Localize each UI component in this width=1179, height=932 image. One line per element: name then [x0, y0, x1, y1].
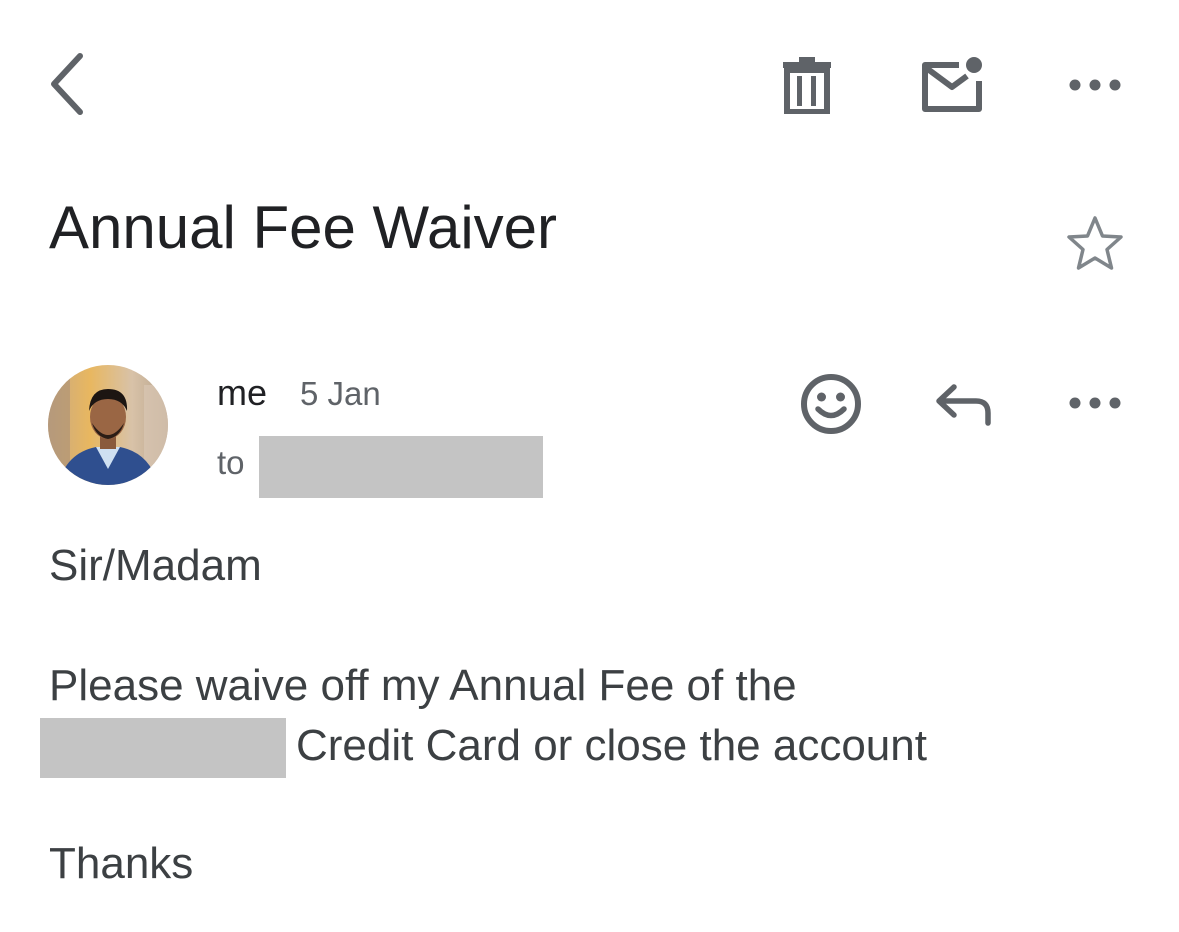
more-options-button[interactable] — [1060, 60, 1130, 110]
mail-unread-icon — [922, 57, 982, 112]
star-outline-icon — [1067, 216, 1123, 270]
trash-icon — [783, 57, 831, 114]
reply-icon — [936, 384, 991, 426]
mark-unread-button[interactable] — [912, 48, 992, 122]
reply-button[interactable] — [926, 368, 1002, 440]
add-reaction-button[interactable] — [795, 368, 867, 440]
email-subject: Annual Fee Waiver — [49, 194, 558, 261]
delete-button[interactable] — [770, 48, 844, 122]
card-name-redacted-block — [40, 718, 286, 778]
body-line-2: Credit Card or close the account — [296, 721, 927, 770]
message-more-button[interactable] — [1060, 378, 1130, 428]
sender-avatar[interactable] — [48, 365, 168, 485]
more-horizontal-icon — [1069, 397, 1121, 409]
sent-date: 5 Jan — [300, 375, 381, 412]
more-horizontal-icon — [1069, 79, 1121, 91]
back-button[interactable] — [36, 46, 96, 122]
star-button[interactable] — [1060, 208, 1130, 278]
body-line-1: Please waive off my Annual Fee of the — [49, 661, 797, 710]
recipient-label[interactable]: to — [217, 441, 245, 485]
avatar-photo-icon — [48, 365, 168, 485]
sender-name: me — [217, 372, 268, 413]
recipient-redacted-block — [259, 436, 543, 498]
emoji-smile-icon — [801, 374, 861, 434]
chevron-left-icon — [51, 53, 83, 115]
body-signoff: Thanks — [49, 839, 194, 888]
body-greeting: Sir/Madam — [49, 541, 262, 590]
